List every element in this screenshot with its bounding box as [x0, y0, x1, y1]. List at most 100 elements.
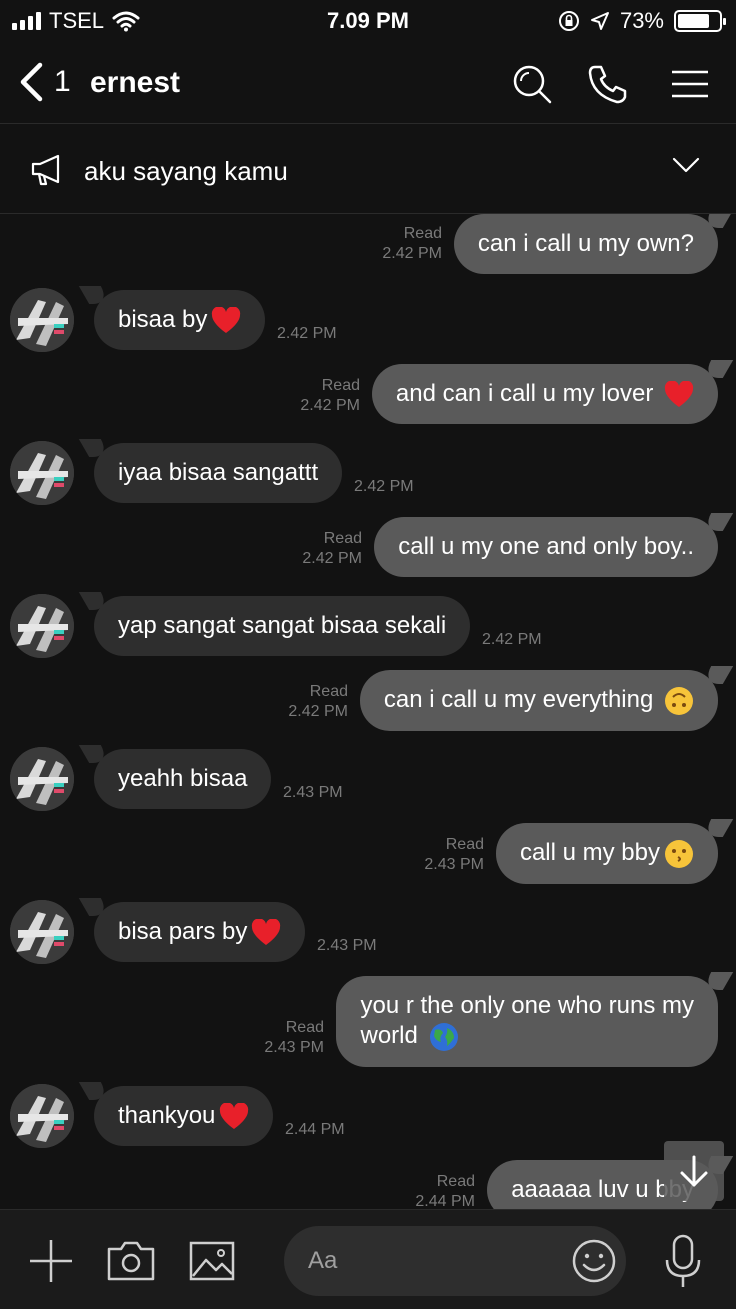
message-text: bisaa by — [118, 306, 208, 333]
message-text: can i call u my own? — [477, 230, 694, 257]
sent-message-bubble[interactable]: and can i call u my lover — [371, 364, 718, 424]
orientation-lock-icon — [558, 11, 579, 31]
message-row: bisa pars by 2.43 PM — [0, 900, 736, 964]
message-meta: Read 2.42 PM — [382, 224, 442, 264]
kissing-face-emoji-icon — [665, 839, 693, 868]
heart-emoji-icon — [252, 918, 281, 945]
read-receipt: Read — [285, 1019, 324, 1036]
message-row: can i call u my everything Read 2.42 PM — [0, 670, 736, 731]
sent-message-bubble[interactable]: you r the only one who runs my world — [336, 976, 718, 1067]
message-meta: 2.42 PM — [482, 630, 542, 650]
sent-message-bubble[interactable]: call u my one and only boy.. — [374, 517, 718, 577]
scroll-to-bottom-button[interactable] — [664, 1141, 724, 1201]
heart-emoji-icon — [212, 306, 241, 333]
message-meta: Read 2.43 PM — [264, 1018, 324, 1058]
message-meta: Read 2.43 PM — [424, 835, 484, 875]
camera-icon[interactable] — [106, 1240, 156, 1282]
back-button[interactable]: 1 — [18, 62, 71, 102]
message-time: 2.43 PM — [317, 937, 377, 954]
avatar[interactable] — [10, 441, 74, 505]
avatar[interactable] — [10, 1084, 74, 1148]
avatar[interactable] — [10, 288, 74, 352]
message-row: call u my bby Read 2.43 PM — [0, 823, 736, 884]
read-receipt: Read — [436, 1173, 475, 1190]
chevron-left-icon — [20, 62, 43, 102]
sent-message-bubble[interactable]: can i call u my own? — [453, 214, 718, 274]
sent-message-bubble[interactable]: can i call u my everything — [359, 670, 718, 731]
microphone-icon[interactable] — [664, 1234, 702, 1290]
received-message-bubble[interactable]: yap sangat sangat bisaa sekali — [94, 596, 471, 656]
upside-down-face-emoji-icon — [665, 686, 693, 715]
message-text-line: world — [360, 1021, 694, 1052]
image-gallery-icon[interactable] — [188, 1240, 236, 1282]
battery-percent: 73% — [619, 8, 664, 33]
message-time: 2.44 PM — [285, 1121, 345, 1138]
received-message-bubble[interactable]: bisaa by — [94, 290, 266, 350]
message-text: and can i call u my lover — [395, 380, 660, 407]
message-row: and can i call u my lover Read 2.42 PM — [0, 364, 736, 424]
message-meta: 2.42 PM — [277, 324, 337, 344]
message-time: 2.44 PM — [415, 1193, 475, 1209]
chat-header: 1 ernest — [0, 44, 736, 124]
message-text: can i call u my everything — [383, 686, 660, 713]
message-meta: 2.43 PM — [317, 936, 377, 956]
received-message-bubble[interactable]: iyaa bisaa sangattt — [94, 443, 343, 503]
status-bar: TSEL 7.09 PM 73% — [0, 0, 736, 40]
message-list[interactable]: can i call u my own? Read 2.42 PM bisaa by 2… — [0, 214, 736, 1209]
message-time: 2.42 PM — [354, 478, 414, 495]
plus-icon[interactable] — [28, 1238, 74, 1284]
message-row: call u my one and only boy.. Read 2.42 PM — [0, 517, 736, 577]
emoji-icon[interactable] — [572, 1239, 616, 1283]
received-message-bubble[interactable]: yeahh bisaa — [94, 749, 272, 809]
message-text: bisa pars by — [118, 918, 248, 945]
message-input-box[interactable] — [284, 1226, 626, 1296]
composer-bar — [0, 1209, 736, 1309]
message-text: iyaa bisaa sangattt — [118, 459, 319, 486]
message-text: thankyou — [118, 1102, 216, 1129]
heart-emoji-icon — [220, 1102, 249, 1129]
message-input[interactable] — [308, 1226, 558, 1296]
received-message-bubble[interactable]: bisa pars by — [94, 902, 306, 962]
read-receipt: Read — [403, 225, 442, 242]
message-text: call u my bby — [519, 839, 660, 866]
message-text: yap sangat sangat bisaa sekali — [118, 612, 447, 639]
avatar[interactable] — [10, 747, 74, 811]
read-receipt: Read — [445, 836, 484, 853]
heart-emoji-icon — [664, 380, 694, 407]
message-row: yap sangat sangat bisaa sekali 2.42 PM — [0, 594, 736, 658]
message-time: 2.43 PM — [283, 784, 343, 801]
message-row: iyaa bisaa sangattt 2.42 PM — [0, 441, 736, 505]
chat-title: ernest — [90, 66, 181, 99]
received-message-bubble[interactable]: thankyou — [94, 1086, 274, 1146]
sent-message-bubble[interactable]: call u my bby — [495, 823, 718, 884]
message-meta: Read 2.42 PM — [300, 376, 360, 416]
message-meta: 2.43 PM — [283, 783, 343, 803]
message-time: 2.42 PM — [277, 325, 337, 342]
read-receipt: Read — [323, 530, 362, 547]
message-meta: 2.44 PM — [285, 1120, 345, 1140]
message-time: 2.42 PM — [302, 550, 362, 567]
globe-emoji-icon — [429, 1022, 458, 1051]
message-meta: 2.42 PM — [354, 477, 414, 497]
megaphone-icon — [31, 154, 60, 186]
message-meta: Read 2.42 PM — [288, 682, 348, 722]
avatar[interactable] — [10, 594, 74, 658]
message-time: 2.42 PM — [482, 631, 542, 648]
phone-icon[interactable] — [586, 62, 630, 106]
unread-count: 1 — [54, 65, 71, 98]
message-row: you r the only one who runs my world Read… — [0, 976, 736, 1067]
menu-icon[interactable] — [668, 62, 712, 106]
status-right: 73% — [558, 8, 726, 34]
message-text: call u my one and only boy.. — [398, 533, 694, 560]
arrow-down-icon — [680, 1155, 708, 1187]
announcement-bar[interactable]: aku sayang kamu — [0, 126, 736, 214]
avatar[interactable] — [10, 900, 74, 964]
chevron-down-icon[interactable] — [672, 156, 700, 174]
message-time: 2.43 PM — [264, 1039, 324, 1056]
battery-icon — [674, 10, 726, 32]
location-icon — [590, 12, 609, 30]
message-text-line: you r the only one who runs my — [360, 992, 694, 1019]
read-receipt: Read — [309, 683, 348, 700]
search-icon[interactable] — [510, 62, 554, 106]
message-time: 2.43 PM — [424, 856, 484, 873]
